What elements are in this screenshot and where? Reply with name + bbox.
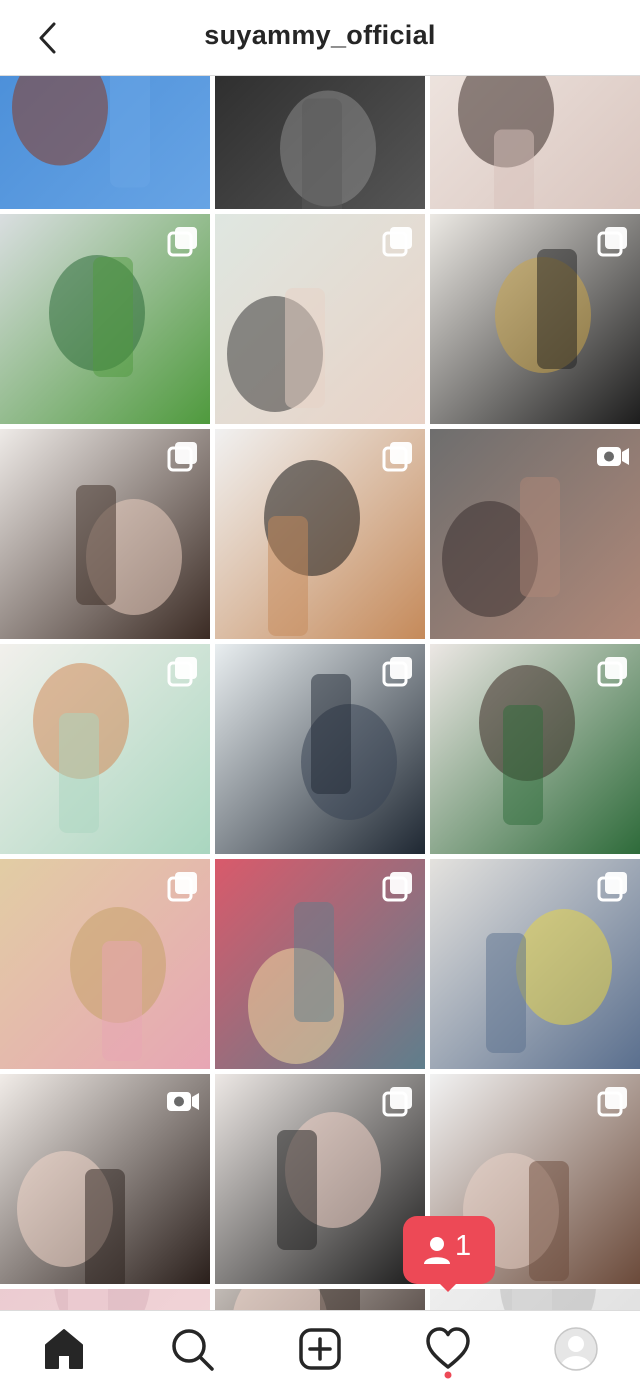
bottom-nav bbox=[0, 1310, 640, 1386]
post-thumbnail[interactable] bbox=[0, 859, 210, 1069]
post-thumbnail[interactable] bbox=[430, 76, 640, 209]
carousel-icon bbox=[382, 442, 412, 472]
post-grid bbox=[0, 76, 640, 1310]
post-image bbox=[430, 76, 640, 209]
avatar-icon bbox=[554, 1327, 598, 1371]
carousel-icon bbox=[167, 657, 197, 687]
post-thumbnail[interactable] bbox=[215, 76, 425, 209]
post-thumbnail[interactable] bbox=[215, 859, 425, 1069]
page-title[interactable]: suyammy_official bbox=[0, 20, 640, 51]
post-thumbnail[interactable] bbox=[430, 429, 640, 639]
carousel-icon bbox=[597, 872, 627, 902]
carousel-icon bbox=[382, 657, 412, 687]
carousel-icon bbox=[167, 872, 197, 902]
activity-dot-icon bbox=[444, 1371, 452, 1379]
top-bar: suyammy_official bbox=[0, 0, 640, 76]
heart-icon bbox=[426, 1327, 470, 1369]
carousel-icon bbox=[382, 227, 412, 257]
post-thumbnail[interactable] bbox=[0, 644, 210, 854]
nav-activity-button[interactable] bbox=[424, 1325, 472, 1379]
post-thumbnail[interactable] bbox=[430, 859, 640, 1069]
post-thumbnail[interactable] bbox=[0, 214, 210, 424]
post-thumbnail[interactable] bbox=[215, 644, 425, 854]
carousel-icon bbox=[167, 442, 197, 472]
post-image bbox=[0, 76, 210, 209]
post-thumbnail[interactable] bbox=[215, 1074, 425, 1284]
carousel-icon bbox=[597, 1087, 627, 1117]
nav-home-button[interactable] bbox=[40, 1325, 88, 1373]
post-thumbnail[interactable] bbox=[430, 214, 640, 424]
home-icon bbox=[45, 1329, 83, 1369]
carousel-icon bbox=[597, 657, 627, 687]
igtv-video-icon bbox=[597, 447, 629, 466]
post-thumbnail[interactable] bbox=[215, 1289, 425, 1310]
nav-search-button[interactable] bbox=[168, 1325, 216, 1373]
nav-new-post-button[interactable] bbox=[296, 1325, 344, 1373]
post-image bbox=[0, 1289, 210, 1310]
nav-profile-button[interactable] bbox=[552, 1325, 600, 1373]
notification-count: 1 bbox=[455, 1230, 472, 1262]
post-thumbnail[interactable] bbox=[0, 76, 210, 209]
carousel-icon bbox=[167, 227, 197, 257]
post-thumbnail[interactable] bbox=[430, 1289, 640, 1310]
notification-pointer bbox=[436, 1280, 460, 1292]
post-thumbnail[interactable] bbox=[0, 1289, 210, 1310]
search-icon bbox=[172, 1329, 214, 1371]
post-thumbnail[interactable] bbox=[215, 214, 425, 424]
person-icon bbox=[424, 1237, 450, 1264]
post-thumbnail[interactable] bbox=[0, 429, 210, 639]
post-thumbnail[interactable] bbox=[0, 1074, 210, 1284]
post-image bbox=[215, 1289, 425, 1310]
carousel-icon bbox=[597, 227, 627, 257]
post-image bbox=[430, 1289, 640, 1310]
carousel-icon bbox=[382, 1087, 412, 1117]
carousel-icon bbox=[382, 872, 412, 902]
post-thumbnail[interactable] bbox=[430, 644, 640, 854]
post-thumbnail[interactable] bbox=[215, 429, 425, 639]
post-image bbox=[215, 76, 425, 209]
activity-notification-bubble[interactable]: 1 bbox=[403, 1216, 495, 1284]
plus-square-icon bbox=[299, 1328, 341, 1370]
igtv-video-icon bbox=[167, 1092, 199, 1111]
